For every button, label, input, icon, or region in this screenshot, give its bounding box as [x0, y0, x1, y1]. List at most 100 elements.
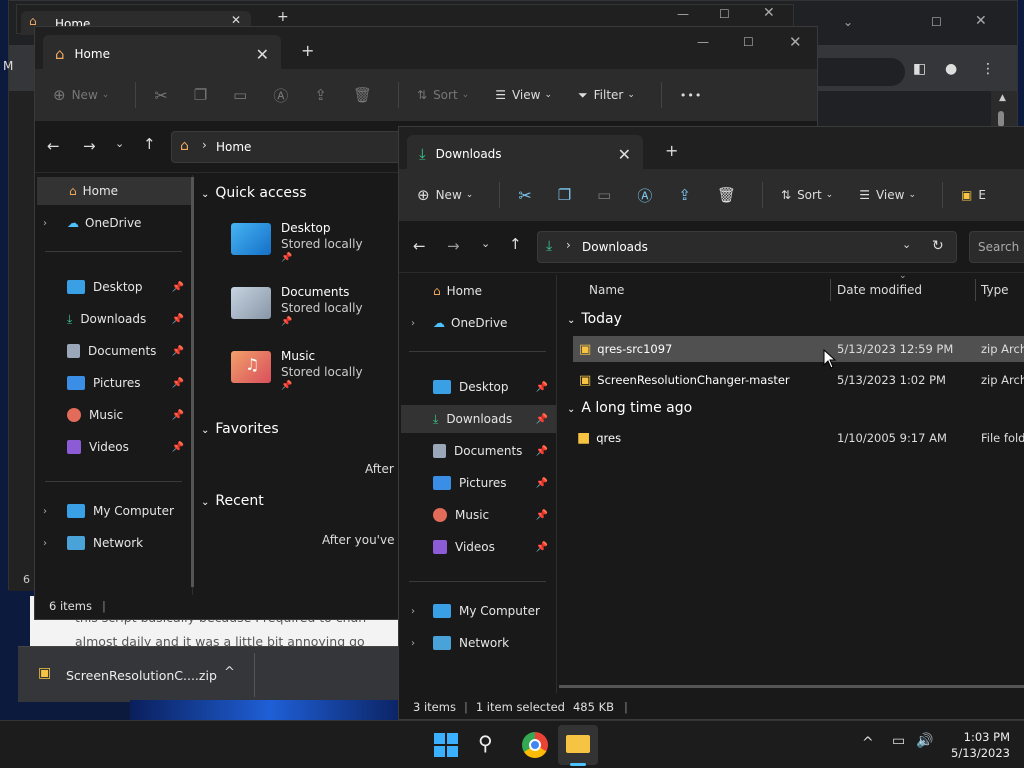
file-row[interactable]: ▣ ScreenResolutionChanger-master 5/13/20…	[573, 367, 1024, 393]
nav-my-computer[interactable]: › My Computer	[399, 597, 556, 625]
browser-menu-icon[interactable]: ⋮	[981, 61, 995, 77]
group-long-time-ago[interactable]: ⌄ A long time ago	[567, 400, 692, 416]
nav-pictures[interactable]: Pictures 📌	[399, 469, 556, 497]
browser-download-bar: ▣ ScreenResolutionC....zip ^	[18, 646, 402, 702]
favorites-header[interactable]: ⌄ Favorites	[201, 421, 279, 437]
cloud-icon: ☁	[67, 216, 79, 230]
new-tab-icon[interactable]: +	[301, 41, 314, 60]
recent-locations-icon[interactable]: ⌄	[115, 137, 124, 150]
copy-icon[interactable]: ❐	[194, 86, 207, 104]
download-icon: ⤓	[433, 411, 439, 426]
filter-button[interactable]: ⏷ Filter ⌄	[578, 88, 635, 103]
nav-videos[interactable]: Videos 📌	[35, 433, 192, 461]
start-button[interactable]	[434, 733, 458, 757]
nav-scrollbar[interactable]	[191, 177, 194, 587]
rename-icon[interactable]: Ⓐ	[637, 185, 652, 206]
browser-minimize-icon[interactable]: ⌄	[843, 15, 853, 29]
browser-sidepanel-icon[interactable]: ◧	[913, 61, 926, 77]
up-arrow-icon[interactable]: ↑	[509, 235, 522, 253]
chevron-up-icon[interactable]: ^	[224, 665, 235, 680]
more-options-icon[interactable]: •••	[680, 89, 702, 102]
browser-close-icon[interactable]: ✕	[975, 13, 987, 29]
nav-onedrive[interactable]: › ☁ OneDrive	[35, 209, 192, 237]
extract-button[interactable]: ▣ E	[961, 188, 986, 202]
address-bar[interactable]: ⌂ › Home	[171, 131, 411, 163]
column-type[interactable]: Type	[981, 283, 1009, 297]
forward-arrow-icon[interactable]: →	[447, 237, 460, 255]
nav-network[interactable]: › Network	[399, 629, 556, 657]
nav-desktop[interactable]: Desktop 📌	[399, 373, 556, 401]
new-tab-icon[interactable]: +	[665, 141, 678, 160]
nav-home[interactable]: ⌂ Home	[37, 177, 192, 205]
up-arrow-icon[interactable]: ↑	[143, 135, 156, 153]
recent-header[interactable]: ⌄ Recent	[201, 493, 264, 509]
nav-videos[interactable]: Videos 📌	[399, 533, 556, 561]
quick-access-documents[interactable]: Documents Stored locally 📌	[231, 283, 401, 333]
quick-access-header[interactable]: ⌄ Quick access	[201, 185, 307, 201]
delete-icon[interactable]: 🗑	[717, 186, 736, 204]
maximize-icon[interactable]: ☐	[743, 35, 754, 49]
back-arrow-icon[interactable]: ←	[47, 137, 60, 155]
file-explorer-taskbar-button[interactable]	[558, 725, 598, 766]
zip-icon: ▣	[579, 372, 592, 388]
file-row[interactable]: ■ qres 1/10/2005 9:17 AM File fold	[573, 425, 1024, 451]
download-file-label[interactable]: ScreenResolutionC....zip	[66, 668, 217, 683]
volume-icon[interactable]: 🔊	[916, 733, 933, 749]
nav-pictures[interactable]: Pictures 📌	[35, 369, 192, 397]
column-date[interactable]: Date modified	[837, 283, 922, 297]
cut-icon[interactable]: ✂	[154, 86, 167, 105]
view-button[interactable]: ☰ View ⌄	[495, 88, 552, 102]
videos-icon	[433, 540, 447, 554]
tab-home[interactable]: ⌂ Home ✕	[43, 35, 281, 73]
rename-icon[interactable]: Ⓐ	[273, 85, 288, 106]
nav-documents[interactable]: Documents 📌	[399, 437, 556, 465]
nav-onedrive[interactable]: › ☁ OneDrive	[399, 309, 556, 337]
minimize-icon[interactable]: —	[697, 35, 709, 49]
view-button[interactable]: ☰ View ⌄	[859, 188, 916, 202]
address-dropdown-icon[interactable]: ⌄	[902, 238, 911, 251]
share-icon[interactable]: ⇪	[314, 86, 327, 104]
column-name[interactable]: Name	[589, 283, 624, 297]
quick-access-music[interactable]: ♫ Music Stored locally 📌	[231, 347, 401, 397]
back-arrow-icon[interactable]: ←	[413, 237, 426, 255]
paste-icon[interactable]: ▭	[597, 186, 611, 204]
address-bar[interactable]: ⤓ › Downloads ⌄ ↻	[537, 231, 957, 263]
sort-button[interactable]: ⇅ Sort ⌄	[417, 88, 469, 102]
cut-icon[interactable]: ✂	[518, 186, 531, 205]
browser-profile-icon[interactable]: ●	[945, 61, 957, 77]
refresh-icon[interactable]: ↻	[932, 238, 944, 254]
group-today[interactable]: ⌄ Today	[567, 311, 622, 327]
search-icon[interactable]: ⚲	[478, 731, 493, 755]
recent-locations-icon[interactable]: ⌄	[481, 237, 490, 250]
nav-music[interactable]: Music 📌	[399, 501, 556, 529]
quick-access-desktop[interactable]: Desktop Stored locally 📌	[231, 219, 401, 269]
nav-network[interactable]: › Network	[35, 529, 192, 557]
close-window-icon[interactable]: ✕	[789, 33, 802, 51]
browser-maximize-icon[interactable]: ☐	[931, 15, 942, 29]
nav-my-computer[interactable]: › My Computer	[35, 497, 192, 525]
file-row[interactable]: ▣ qres-src1097 5/13/2023 12:59 PM zip Ar…	[573, 336, 1024, 362]
tab-downloads[interactable]: ⤓ Downloads ✕	[407, 135, 643, 173]
nav-documents[interactable]: Documents 📌	[35, 337, 192, 365]
delete-icon[interactable]: 🗑	[353, 86, 372, 104]
share-icon[interactable]: ⇪	[678, 186, 691, 204]
sort-button[interactable]: ⇅ Sort ⌄	[781, 188, 833, 202]
nav-music[interactable]: Music 📌	[35, 401, 192, 429]
close-tab-icon[interactable]: ✕	[618, 145, 631, 164]
chevron-up-icon[interactable]: ^	[862, 735, 874, 751]
nav-downloads[interactable]: ⤓ Downloads 📌	[35, 305, 192, 333]
horizontal-scrollbar[interactable]	[559, 685, 1024, 688]
new-button[interactable]: ⊕ New ⌄	[53, 86, 109, 104]
copy-icon[interactable]: ❐	[558, 186, 571, 204]
forward-arrow-icon[interactable]: →	[83, 137, 96, 155]
new-button[interactable]: ⊕ New ⌄	[417, 186, 473, 204]
nav-desktop[interactable]: Desktop 📌	[35, 273, 192, 301]
nav-home[interactable]: ⌂ Home	[399, 277, 556, 305]
chrome-icon[interactable]	[522, 732, 548, 758]
nav-downloads[interactable]: ⤓ Downloads 📌	[401, 405, 556, 433]
clock[interactable]: 1:03 PM 5/13/2023	[946, 729, 1010, 761]
network-icon[interactable]: ▭	[892, 733, 905, 749]
search-input[interactable]: Search D	[969, 231, 1024, 263]
paste-icon[interactable]: ▭	[233, 86, 247, 104]
close-tab-icon[interactable]: ✕	[256, 45, 269, 64]
